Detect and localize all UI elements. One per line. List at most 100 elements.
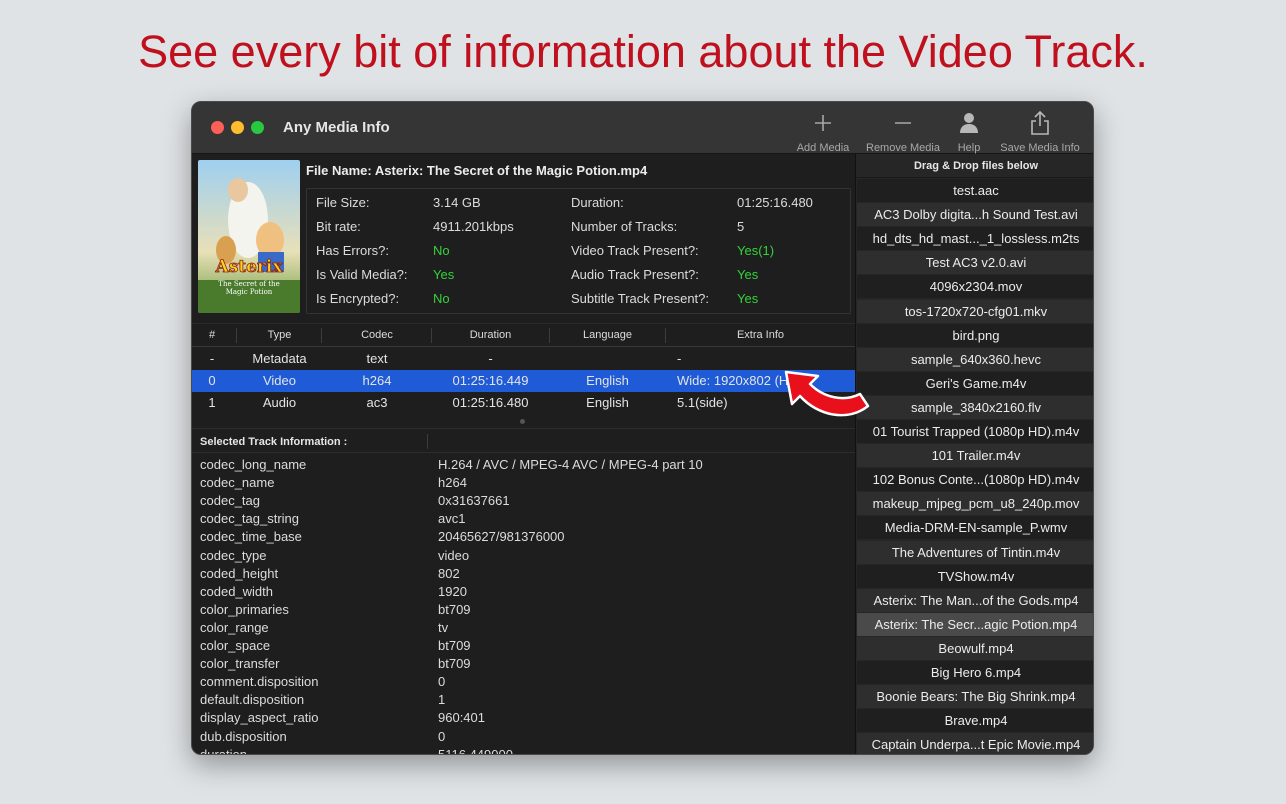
file-list-item[interactable]: Geri's Game.m4v xyxy=(857,371,1093,395)
tracks-table-header: # Type Codec Duration Language Extra Inf… xyxy=(192,323,855,347)
property-key: default.disposition xyxy=(200,692,305,708)
property-key: codec_time_base xyxy=(200,529,302,545)
close-window-button[interactable] xyxy=(211,121,224,134)
file-list-item[interactable]: Captain Underpa...t Epic Movie.mp4 xyxy=(857,733,1093,754)
subtitle-track-present-value: Yes xyxy=(737,291,759,306)
property-key: comment.disposition xyxy=(200,674,319,690)
file-list-item-selected[interactable]: Asterix: The Secr...agic Potion.mp4 xyxy=(857,612,1093,636)
split-view-handle[interactable] xyxy=(520,419,525,424)
property-value: 0 xyxy=(438,728,446,744)
help-button[interactable]: Help xyxy=(950,110,988,154)
add-media-label: Add Media xyxy=(796,142,850,154)
file-list-item[interactable]: AC3 Dolby digita...h Sound Test.avi xyxy=(857,203,1093,227)
track-duration: - xyxy=(488,351,493,366)
marketing-headline: See every bit of information about the V… xyxy=(138,26,1148,77)
file-list-item[interactable]: Media-DRM-EN-sample_P.wmv xyxy=(857,516,1093,540)
file-list-item[interactable]: The Adventures of Tintin.m4v xyxy=(857,540,1093,564)
col-language[interactable]: Language xyxy=(550,329,665,341)
remove-media-label: Remove Media xyxy=(866,142,940,154)
save-media-info-label: Save Media Info xyxy=(1000,142,1080,154)
is-encrypted-value: No xyxy=(433,291,450,306)
col-duration[interactable]: Duration xyxy=(432,329,549,341)
file-name: File Name: Asterix: The Secret of the Ma… xyxy=(306,163,648,178)
property-key: codec_type xyxy=(200,547,267,563)
property-value: 5116.449000 xyxy=(438,746,513,755)
property-row: display_aspect_ratio 960:401 xyxy=(192,709,855,727)
minus-icon xyxy=(862,110,944,136)
video-track-present-label: Video Track Present?: xyxy=(571,243,699,258)
property-key: duration xyxy=(200,746,247,755)
property-row: codec_tag 0x31637661 xyxy=(192,492,855,510)
duration-value: 01:25:16.480 xyxy=(737,195,813,210)
file-list-item[interactable]: Beowulf.mp4 xyxy=(857,636,1093,660)
file-list-item[interactable]: Test AC3 v2.0.avi xyxy=(857,251,1093,275)
property-value: 0x31637661 xyxy=(438,493,510,509)
property-key: codec_tag xyxy=(200,493,260,509)
file-list-item[interactable]: 101 Trailer.m4v xyxy=(857,444,1093,468)
callout-arrow-icon xyxy=(784,370,870,417)
property-value: avc1 xyxy=(438,511,466,527)
file-list-item[interactable]: tos-1720x720-cfg01.mkv xyxy=(857,299,1093,323)
property-key: codec_long_name xyxy=(200,457,307,472)
file-list-item[interactable]: Big Hero 6.mp4 xyxy=(857,661,1093,684)
plus-icon xyxy=(790,110,856,136)
save-media-info-button[interactable]: Save Media Info xyxy=(992,110,1088,154)
subtitle-track-present-label: Subtitle Track Present?: xyxy=(571,291,710,306)
file-list-item[interactable]: sample_640x360.hevc xyxy=(857,347,1093,371)
col-index[interactable]: # xyxy=(192,329,232,341)
property-value: 960:401 xyxy=(438,710,485,726)
file-list-item[interactable]: Asterix: The Man...of the Gods.mp4 xyxy=(857,588,1093,612)
col-extra-info[interactable]: Extra Info xyxy=(666,329,855,341)
files-panel[interactable]: Drag & Drop files below test.aac AC3 Dolb… xyxy=(855,154,1093,754)
track-extra-info: 5.1(side) xyxy=(677,395,728,410)
file-list-item[interactable]: 102 Bonus Conte...(1080p HD).m4v xyxy=(857,468,1093,492)
property-row: coded_width 1920 xyxy=(192,583,855,601)
file-list-item[interactable]: TVShow.m4v xyxy=(857,564,1093,588)
property-value: video xyxy=(438,547,470,563)
svg-text:Asterix: Asterix xyxy=(215,257,284,277)
file-list-item[interactable]: 4096x2304.mov xyxy=(857,275,1093,299)
file-list-item[interactable]: test.aac xyxy=(857,179,1093,202)
track-duration: 01:25:16.449 xyxy=(452,373,529,388)
property-row: default.disposition 1 xyxy=(192,691,855,709)
svg-text:The Secret of the: The Secret of the xyxy=(218,280,279,288)
file-list-item[interactable]: makeup_mjpeg_pcm_u8_240p.mov xyxy=(857,492,1093,516)
track-type: Video xyxy=(262,373,296,388)
track-type: Audio xyxy=(262,395,297,410)
file-list-item[interactable]: 01 Tourist Trapped (1080p HD).m4v xyxy=(857,420,1093,443)
track-index: - xyxy=(209,351,215,366)
bit-rate-label: Bit rate: xyxy=(316,219,361,234)
remove-media-button[interactable]: Remove Media xyxy=(862,110,944,154)
is-valid-media-label: Is Valid Media?: xyxy=(316,267,408,282)
property-value: 1920 xyxy=(438,583,467,599)
file-list-item[interactable]: Boonie Bears: The Big Shrink.mp4 xyxy=(857,685,1093,709)
property-key: color_primaries xyxy=(200,601,289,617)
property-value: bt709 xyxy=(438,638,471,653)
track-duration: 01:25:16.480 xyxy=(452,395,529,410)
property-key: coded_width xyxy=(200,583,273,599)
file-summary-box: File Size: 3.14 GB Duration: 01:25:16.48… xyxy=(306,188,851,314)
bit-rate-value: 4911.201kbps xyxy=(433,219,514,234)
property-key: dub.disposition xyxy=(200,728,287,744)
track-index: 1 xyxy=(208,395,216,410)
property-row: color_space bt709 xyxy=(192,637,855,655)
col-type[interactable]: Type xyxy=(237,329,322,341)
track-type: Metadata xyxy=(252,351,307,366)
add-media-button[interactable]: Add Media xyxy=(790,110,856,154)
property-value: 20465627/981376000 xyxy=(438,529,565,545)
property-row: color_range tv xyxy=(192,619,855,637)
property-row: color_primaries bt709 xyxy=(192,601,855,619)
file-list-item[interactable]: Brave.mp4 xyxy=(857,709,1093,733)
property-value: 0 xyxy=(438,674,446,690)
file-list-item[interactable]: hd_dts_hd_mast..._1_lossless.m2ts xyxy=(857,227,1093,251)
column-divider xyxy=(427,434,428,449)
minimize-window-button[interactable] xyxy=(231,121,244,134)
video-track-present-value: Yes(1) xyxy=(737,243,775,258)
file-list-item[interactable]: sample_3840x2160.flv xyxy=(857,395,1093,419)
property-key: color_range xyxy=(200,619,269,635)
zoom-window-button[interactable] xyxy=(251,121,264,134)
file-list-item[interactable]: bird.png xyxy=(857,323,1093,347)
col-codec[interactable]: Codec xyxy=(322,329,432,341)
is-valid-media-value: Yes xyxy=(433,267,455,282)
property-value: bt709 xyxy=(438,656,471,672)
